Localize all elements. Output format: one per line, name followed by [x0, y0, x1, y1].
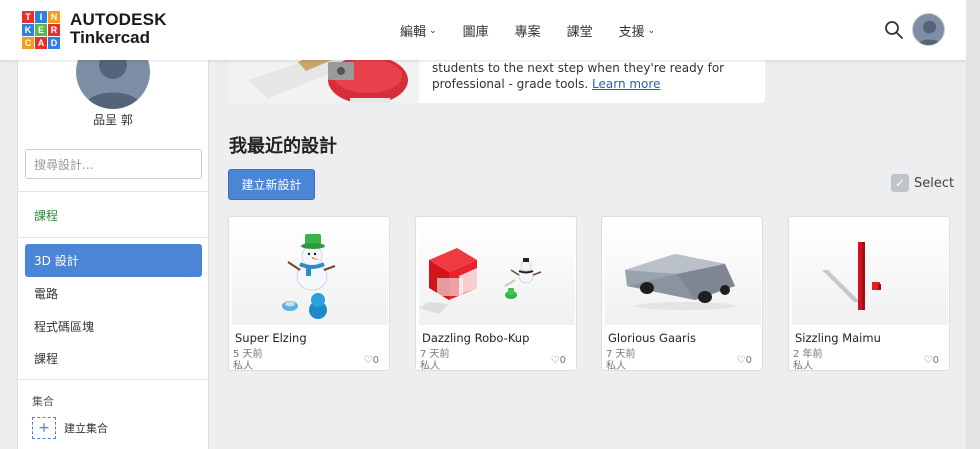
like-count: 0	[932, 355, 939, 366]
collections-heading: 集合	[32, 395, 54, 408]
logo-letter: K	[22, 24, 34, 36]
design-card[interactable]: Glorious Gaaris 7 天前 私人 ♡ 0	[601, 216, 763, 372]
user-avatar[interactable]	[912, 13, 945, 46]
tinkercad-logo[interactable]: TIN KER CAD	[22, 11, 62, 49]
sidebar-item-codeblocks[interactable]: 程式碼區塊	[34, 318, 94, 335]
design-name[interactable]: Sizzling Maimu	[795, 331, 881, 345]
nav-classroom[interactable]: 課堂	[567, 21, 593, 40]
like-button[interactable]: ♡ 0	[924, 355, 939, 366]
create-new-design-button[interactable]: 建立新設計	[228, 169, 315, 200]
sidebar-item-classes[interactable]: 課程	[34, 207, 58, 224]
divider	[18, 379, 208, 380]
brand-name[interactable]: AUTODESK Tinkercad	[70, 11, 167, 47]
like-count: 0	[372, 355, 379, 366]
nav-edit[interactable]: 編輯 ⌄	[400, 21, 437, 40]
like-count: 0	[559, 355, 566, 366]
checkbox-icon[interactable]: ✓	[891, 174, 909, 192]
plus-icon: +	[32, 417, 56, 439]
divider	[18, 191, 208, 192]
design-card[interactable]: Sizzling Maimu 2 年前 私人 ♡ 0	[788, 216, 950, 372]
create-collection-label: 建立集合	[64, 422, 108, 435]
logo-letter: C	[22, 37, 34, 49]
design-thumbnail[interactable]	[792, 220, 948, 325]
logo-letter: N	[48, 11, 60, 23]
scrollbar[interactable]	[966, 0, 980, 449]
nav-support-label: 支援	[618, 25, 645, 40]
logo-letter: A	[35, 37, 47, 49]
select-toggle[interactable]: ✓ Select	[891, 174, 954, 192]
banner-body: students to the next step when they're r…	[432, 61, 725, 91]
nav-gallery[interactable]: 圖庫	[463, 21, 489, 40]
logo-letter: I	[35, 11, 47, 23]
design-card[interactable]: Super Elzing 5 天前 私人 ♡ 0	[228, 216, 390, 372]
learn-more-link[interactable]: Learn more	[592, 77, 660, 91]
chevron-down-icon: ⌄	[429, 25, 437, 36]
like-button[interactable]: ♡ 0	[551, 355, 566, 366]
nav-gallery-label: 圖庫	[462, 25, 489, 40]
design-thumbnail[interactable]	[419, 220, 575, 325]
heart-icon: ♡	[736, 355, 746, 366]
brand-line-autodesk: AUTODESK	[70, 10, 167, 29]
like-button[interactable]: ♡ 0	[364, 355, 379, 366]
design-search-input[interactable]: 搜尋設計...	[25, 149, 202, 179]
banner-text: students to the next step when they're r…	[432, 60, 762, 92]
like-button[interactable]: ♡ 0	[737, 355, 752, 366]
chevron-down-icon: ⌄	[647, 25, 656, 36]
main-nav: 編輯 ⌄ 圖庫 專案 課堂 支援 ⌄	[400, 21, 681, 40]
sidebar-item-lessons[interactable]: 課程	[34, 350, 58, 367]
left-sidebar: 品呈 郭 搜尋設計... 課程 3D 設計 電路 程式碼區塊 課程 集合 + 建…	[17, 0, 209, 449]
nav-projects[interactable]: 專案	[515, 21, 541, 40]
profile-name[interactable]: 品呈 郭	[18, 111, 208, 128]
nav-support[interactable]: 支援 ⌄	[619, 21, 656, 40]
design-name[interactable]: Glorious Gaaris	[608, 331, 696, 345]
nav-projects-label: 專案	[514, 25, 541, 40]
like-count: 0	[745, 355, 752, 366]
user-silhouette-icon	[917, 20, 942, 45]
design-thumbnail[interactable]	[232, 220, 388, 325]
design-thumbnail[interactable]	[605, 220, 761, 325]
logo-letter: E	[35, 24, 47, 36]
design-visibility: 私人	[606, 361, 626, 372]
heart-icon: ♡	[550, 355, 560, 366]
logo-letter: R	[48, 24, 60, 36]
create-collection-button[interactable]: + 建立集合	[32, 417, 108, 439]
heart-icon: ♡	[363, 355, 373, 366]
divider	[18, 237, 208, 238]
design-name[interactable]: Dazzling Robo-Kup	[422, 331, 529, 345]
sidebar-item-circuits[interactable]: 電路	[34, 285, 58, 302]
sidebar-item-3d-designs[interactable]: 3D 設計	[25, 244, 202, 277]
logo-letter: T	[22, 11, 34, 23]
heart-icon: ♡	[923, 355, 933, 366]
brand-line-tinkercad: Tinkercad	[70, 28, 151, 47]
design-visibility: 私人	[793, 361, 813, 372]
select-label: Select	[914, 175, 955, 191]
nav-edit-label: 編輯	[400, 25, 427, 40]
top-header: TIN KER CAD AUTODESK Tinkercad 編輯 ⌄ 圖庫 專案 …	[0, 0, 980, 60]
nav-classroom-label: 課堂	[566, 25, 593, 40]
page-title: 我最近的設計	[229, 136, 337, 157]
design-card[interactable]: Dazzling Robo-Kup 7 天前 私人 ♡ 0	[415, 216, 577, 372]
design-visibility: 私人	[233, 361, 253, 372]
design-name[interactable]: Super Elzing	[235, 331, 307, 345]
search-icon[interactable]	[884, 20, 904, 40]
logo-letter: D	[48, 37, 60, 49]
design-visibility: 私人	[420, 361, 440, 372]
